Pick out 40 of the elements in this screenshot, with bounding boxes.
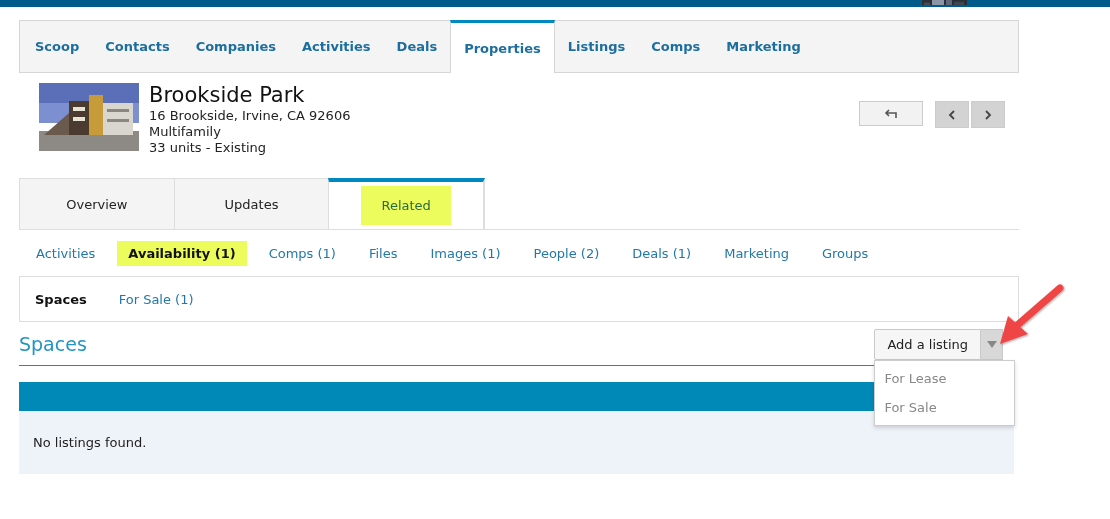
menu-item[interactable]: For Lease — [875, 364, 1015, 393]
detail-tab[interactable]: Updates — [173, 178, 329, 229]
section-tab[interactable]: Files — [357, 240, 409, 266]
caret-icon — [986, 341, 997, 348]
nav-tab[interactable]: Deals — [383, 21, 451, 72]
previous-button[interactable] — [935, 101, 969, 128]
nav-tab[interactable]: Companies — [182, 21, 289, 72]
chevron-left-icon — [948, 109, 956, 120]
detail-tab[interactable]: Overview — [19, 178, 174, 229]
section-tab[interactable]: Activities — [25, 240, 107, 266]
sub-tab[interactable]: For Sale (1) — [107, 287, 205, 311]
sub-tab[interactable]: Spaces — [24, 287, 98, 311]
chevron-right-icon — [984, 109, 992, 120]
section-tab[interactable]: Marketing — [713, 240, 800, 266]
back-button[interactable] — [859, 101, 923, 126]
menu-item[interactable]: For Sale — [875, 393, 1015, 422]
section-tab[interactable]: Availability (1) — [117, 240, 247, 266]
add-listing-button[interactable]: Add a listing — [874, 329, 981, 360]
next-button[interactable] — [971, 101, 1005, 128]
empty-message: No listings found. — [33, 435, 147, 450]
section-tab[interactable]: People (2) — [522, 240, 611, 266]
property-units: 33 units - Existing — [149, 140, 268, 156]
nav-tab[interactable]: Marketing — [713, 21, 814, 72]
nav-tab[interactable]: Activities — [289, 21, 384, 72]
property-address: 16 Brookside, Irvine, CA 92606 — [149, 108, 351, 124]
section-tab[interactable]: Deals (1) — [621, 240, 703, 266]
nav-tab[interactable]: Listings — [554, 21, 639, 72]
section-tab[interactable]: Groups — [811, 240, 880, 266]
return-arrow-icon — [884, 108, 898, 119]
detail-tab[interactable]: Related — [328, 178, 485, 229]
section-tab[interactable]: Comps (1) — [257, 240, 347, 266]
nav-tab[interactable]: Comps — [638, 21, 714, 72]
property-type: Multifamily — [149, 124, 222, 140]
nav-tab[interactable]: Contacts — [92, 21, 183, 72]
nav-tab[interactable]: Properties — [450, 20, 555, 73]
section-title: Spaces — [19, 333, 87, 355]
property-name: Brookside Park — [149, 82, 306, 108]
nav-tab[interactable]: Scoop — [22, 21, 93, 72]
dropdown-toggle[interactable] — [981, 329, 1003, 360]
section-tab[interactable]: Images (1) — [419, 240, 512, 266]
